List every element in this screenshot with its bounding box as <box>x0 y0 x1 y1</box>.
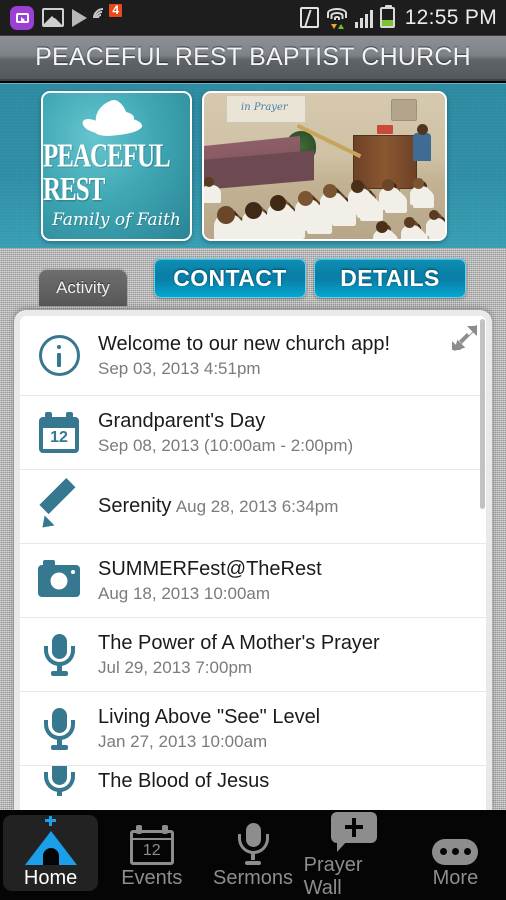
list-item-texts: Grandparent's Day Sep 08, 2013 (10:00am … <box>98 409 472 457</box>
details-button[interactable]: DETAILS <box>314 258 466 298</box>
nav-item-events[interactable]: 12 Events <box>101 810 202 900</box>
nav-item-label: Sermons <box>212 866 294 889</box>
microphone-icon <box>36 706 82 752</box>
status-bar-left: 4 <box>0 3 300 32</box>
wifi-icon <box>326 7 348 29</box>
microphone-icon <box>36 766 82 796</box>
list-item-title: Welcome to our new church app! <box>98 332 391 355</box>
calendar-icon: 12 <box>129 821 174 865</box>
list-item[interactable]: The Power of A Mother's Prayer Jul 29, 2… <box>20 618 486 692</box>
microphone-icon <box>36 632 82 678</box>
list-item-meta: Sep 08, 2013 (10:00am - 2:00pm) <box>98 435 354 455</box>
microphone-icon <box>233 821 273 865</box>
list-item[interactable]: The Blood of Jesus <box>20 766 486 796</box>
list-item[interactable]: Living Above "See" Level Jan 27, 2013 10… <box>20 692 486 766</box>
list-item-meta: Aug 28, 2013 6:34pm <box>175 497 339 516</box>
list-item-texts: The Power of A Mother's Prayer Jul 29, 2… <box>98 631 472 679</box>
list-item-title: SUMMERFest@TheRest <box>98 557 322 580</box>
nav-item-more[interactable]: More <box>405 810 506 900</box>
church-logo-thumbnail[interactable]: PEACEFUL REST Family of Faith <box>41 91 192 241</box>
list-item-meta: Aug 18, 2013 10:00am <box>98 583 271 603</box>
photo-exit-sign <box>377 125 393 134</box>
list-item-texts: SUMMERFest@TheRest Aug 18, 2013 10:00am <box>98 557 472 605</box>
nav-item-home[interactable]: Home <box>0 810 101 900</box>
play-icon <box>72 8 87 27</box>
photo-projector-screen: in Prayer <box>226 95 306 123</box>
photo-standing-person <box>413 124 431 161</box>
details-button-label: DETAILS <box>340 264 440 291</box>
list-item[interactable]: 12 Grandparent's Day Sep 08, 2013 (10:00… <box>20 396 486 470</box>
list-item-title: Living Above "See" Level <box>98 705 321 728</box>
bottom-navigation-bar: Home 12 Events Sermons Prayer Wall More <box>0 810 506 900</box>
activity-list[interactable]: Welcome to our new church app! Sep 03, 2… <box>20 316 486 810</box>
content-area: Activity CONTACT DETAILS Welcome to our … <box>0 248 506 810</box>
list-item[interactable]: Welcome to our new church app! Sep 03, 2… <box>20 316 486 396</box>
app-title-bar: PEACEFUL REST BAPTIST CHURCH <box>0 36 506 81</box>
nav-item-label: Prayer Wall <box>303 854 363 899</box>
nav-item-label: Home <box>23 866 78 889</box>
nav-item-prayer-wall[interactable]: Prayer Wall <box>304 810 405 900</box>
church-icon <box>24 815 77 865</box>
tab-row: Activity CONTACT DETAILS <box>0 248 506 308</box>
notification-badge: 4 <box>109 3 122 17</box>
list-item-texts: Serenity Aug 28, 2013 6:34pm <box>98 494 472 519</box>
list-item-texts: Living Above "See" Level Jan 27, 2013 10… <box>98 705 472 753</box>
expand-icon[interactable] <box>451 325 477 351</box>
list-item-title: The Blood of Jesus <box>98 769 270 792</box>
photo-overlay-text: in Prayer <box>241 102 288 113</box>
activity-card: Welcome to our new church app! Sep 03, 2… <box>14 310 492 810</box>
calendar-icon-day: 12 <box>50 429 68 446</box>
prayer-bubble-icon <box>331 810 378 852</box>
status-bar-right: 12:55 PM <box>299 5 506 30</box>
list-item-meta: Jul 29, 2013 7:00pm <box>98 657 253 677</box>
info-icon <box>36 333 82 379</box>
congregation-photo-thumbnail[interactable]: in Prayer <box>202 91 447 241</box>
contact-button[interactable]: CONTACT <box>154 258 306 298</box>
list-item-title: Grandparent's Day <box>98 409 266 432</box>
signal-icon <box>354 8 373 28</box>
nfc-icon <box>299 7 319 28</box>
logo-tagline: Family of Faith <box>52 210 181 230</box>
list-item-title: Serenity <box>98 495 172 517</box>
tab-activity[interactable]: Activity <box>39 270 127 306</box>
nav-item-label: Events <box>121 866 183 889</box>
photo-crowd <box>204 177 445 239</box>
list-item[interactable]: SUMMERFest@TheRest Aug 18, 2013 10:00am <box>20 544 486 618</box>
status-bar-clock: 12:55 PM <box>404 5 497 29</box>
list-item-title: The Power of A Mother's Prayer <box>98 631 380 654</box>
sound-icon: 4 <box>88 3 122 32</box>
list-item[interactable]: Serenity Aug 28, 2013 6:34pm <box>20 470 486 544</box>
scrollbar-thumb[interactable] <box>480 319 485 509</box>
church-banner: PEACEFUL REST Family of Faith in Prayer <box>0 83 506 248</box>
ellipsis-icon <box>432 821 479 865</box>
nav-item-sermons[interactable]: Sermons <box>202 810 303 900</box>
nav-item-label: More <box>432 866 479 889</box>
list-item-texts: The Blood of Jesus <box>98 769 472 794</box>
page-title: PEACEFUL REST BAPTIST CHURCH <box>35 43 471 71</box>
calendar-icon: 12 <box>36 410 82 456</box>
contact-button-label: CONTACT <box>173 264 287 291</box>
list-item-meta: Sep 03, 2013 4:51pm <box>98 358 261 378</box>
pencil-icon <box>36 477 82 532</box>
tab-activity-label: Activity <box>56 278 110 297</box>
battery-icon <box>379 5 395 28</box>
camera-icon <box>36 558 82 604</box>
gallery-icon <box>42 8 64 27</box>
cast-icon <box>10 5 34 30</box>
status-bar[interactable]: 4 12:55 PM <box>0 0 506 36</box>
list-item-meta: Jan 27, 2013 10:00am <box>98 731 268 751</box>
calendar-icon-day: 12 <box>142 841 161 859</box>
photo-vent <box>391 99 417 121</box>
logo-name: PEACEFUL REST <box>43 137 169 209</box>
list-item-texts: Welcome to our new church app! Sep 03, 2… <box>98 332 472 380</box>
